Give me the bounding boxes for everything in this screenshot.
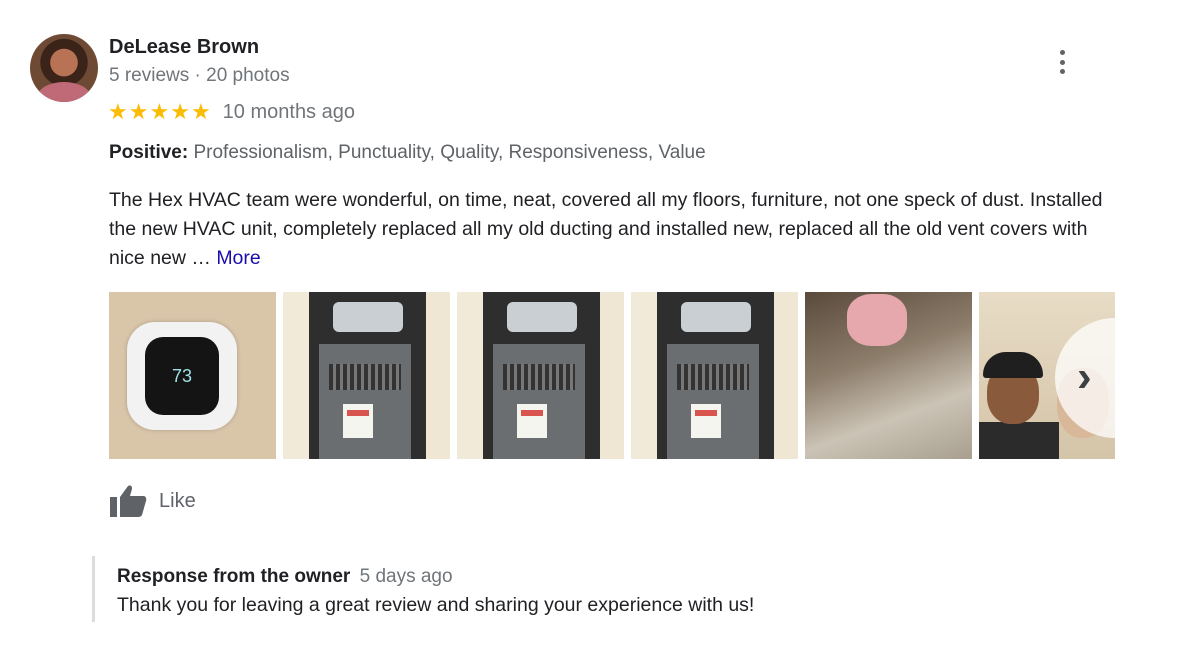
chevron-right-icon: › xyxy=(1077,352,1092,401)
reviewer-name[interactable]: DeLease Brown xyxy=(109,36,259,59)
positive-label: Positive: xyxy=(109,142,189,163)
owner-response-title: Response from the owner xyxy=(117,566,351,587)
star-icon: ★ xyxy=(190,99,211,124)
star-icon: ★ xyxy=(128,99,149,124)
like-button[interactable]: Like xyxy=(109,484,196,518)
menu-dot xyxy=(1059,50,1065,55)
owner-response-date: 5 days ago xyxy=(359,566,453,587)
star-icon: ★ xyxy=(108,99,128,124)
owner-response-text: Thank you for leaving a great review and… xyxy=(117,594,755,616)
more-link[interactable]: More xyxy=(216,247,260,269)
star-icon: ★ xyxy=(170,99,190,124)
thermostat-screen: 73 xyxy=(145,337,219,415)
positive-attributes: Positive: Professionalism, Punctuality, … xyxy=(109,142,706,164)
review-time: 10 months ago xyxy=(222,100,355,123)
photo-furnace[interactable] xyxy=(631,292,798,459)
like-label: Like xyxy=(159,489,196,512)
reviewer-stats: 5 reviews · 20 photos xyxy=(109,65,290,86)
more-options-icon[interactable] xyxy=(1052,48,1072,76)
photo-furnace[interactable] xyxy=(457,292,624,459)
photo-strip: 73 xyxy=(109,292,1115,459)
owner-response: Response from the owner 5 days ago Thank… xyxy=(92,556,754,622)
positive-items: Professionalism, Punctuality, Quality, R… xyxy=(193,142,706,163)
menu-dot xyxy=(1059,59,1065,65)
menu-dot xyxy=(1059,69,1065,74)
rating-row: ★ ★ ★ ★ ★ 10 months ago xyxy=(108,100,355,124)
photo-furnace[interactable] xyxy=(283,292,450,459)
photo-thermostat[interactable]: 73 xyxy=(109,292,276,459)
owner-response-header: Response from the owner 5 days ago xyxy=(117,566,754,588)
thumbs-up-icon xyxy=(110,485,147,517)
review-text: The Hex HVAC team were wonderful, on tim… xyxy=(109,186,1119,273)
reviewer-avatar[interactable] xyxy=(30,34,98,102)
star-icon: ★ xyxy=(149,99,170,124)
photo-attic[interactable] xyxy=(805,292,972,459)
